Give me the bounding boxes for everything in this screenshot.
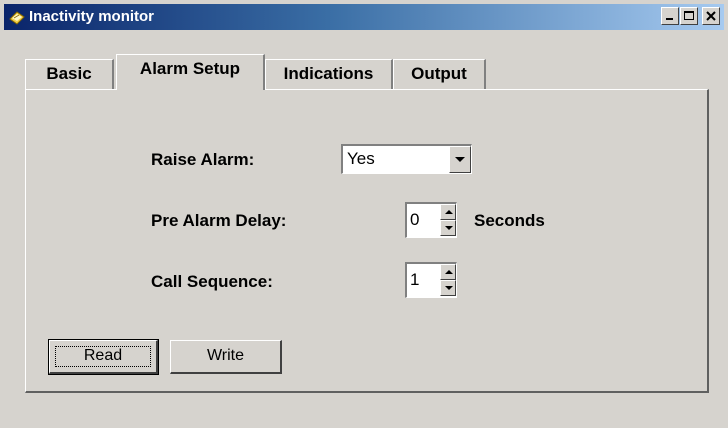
tab-output[interactable]: Output [393, 59, 486, 89]
close-icon [706, 11, 716, 21]
tab-basic[interactable]: Basic [25, 59, 114, 89]
spin-down-button[interactable] [440, 220, 456, 236]
spin-up-button[interactable] [440, 264, 456, 280]
pre-alarm-delay-spinner[interactable]: 0 [405, 202, 457, 238]
write-button[interactable]: Write [170, 340, 282, 374]
spin-up-button[interactable] [440, 204, 456, 220]
maximize-icon [684, 11, 694, 20]
folder-note-icon [9, 9, 25, 25]
window-title: Inactivity monitor [29, 8, 155, 25]
raise-alarm-select[interactable]: Yes [341, 144, 472, 174]
call-sequence-spinner[interactable]: 1 [405, 262, 457, 298]
write-button-label: Write [206, 347, 245, 364]
arrow-up-icon [445, 210, 453, 214]
arrow-up-icon [445, 270, 453, 274]
tab-indications[interactable]: Indications [265, 59, 393, 89]
call-sequence-value: 1 [410, 270, 420, 289]
maximize-button[interactable] [680, 7, 698, 25]
close-button[interactable] [702, 7, 720, 25]
app-window: Inactivity monitor Basic Alarm Setup Ind… [0, 0, 728, 428]
chevron-down-icon [455, 157, 465, 162]
seconds-unit-label: Seconds [474, 211, 545, 230]
minimize-button[interactable] [661, 7, 679, 25]
pre-alarm-delay-value: 0 [410, 210, 420, 229]
arrow-down-icon [445, 226, 453, 230]
arrow-down-icon [445, 286, 453, 290]
spin-down-button[interactable] [440, 280, 456, 296]
dropdown-button[interactable] [449, 146, 471, 173]
title-bar[interactable]: Inactivity monitor [4, 4, 724, 30]
call-sequence-label: Call Sequence: [151, 272, 273, 291]
read-button[interactable]: Read [48, 339, 159, 375]
pre-alarm-delay-label: Pre Alarm Delay: [151, 211, 287, 230]
tab-alarm-setup[interactable]: Alarm Setup [116, 54, 265, 90]
raise-alarm-label: Raise Alarm: [151, 150, 255, 169]
focus-indicator [55, 346, 151, 367]
raise-alarm-value: Yes [347, 149, 375, 168]
minimize-icon [666, 18, 673, 20]
